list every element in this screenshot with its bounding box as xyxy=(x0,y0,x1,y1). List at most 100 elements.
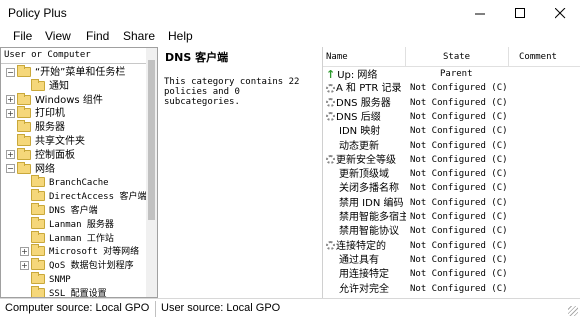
policy-state: Not Configured (C) xyxy=(410,126,508,137)
collapse-icon[interactable]: − xyxy=(6,67,15,77)
tree-item[interactable]: DNS 客户端 xyxy=(20,203,98,217)
tree-item[interactable]: + 控制面板 xyxy=(6,147,75,162)
folder-icon xyxy=(17,147,31,160)
column-divider[interactable] xyxy=(405,47,406,67)
computer-source-status: Computer source: Local GPO xyxy=(5,302,150,314)
expand-icon[interactable]: + xyxy=(6,150,15,160)
menu-view[interactable]: View xyxy=(45,29,71,43)
folder-icon xyxy=(17,65,31,77)
tree-item[interactable]: SNMP xyxy=(20,272,71,286)
policy-row[interactable]: DNS 服务器 Not Configured (C) xyxy=(323,97,580,110)
resize-grip[interactable] xyxy=(568,306,578,316)
maximize-button[interactable] xyxy=(500,0,540,27)
policy-row[interactable]: 禁用智能协议 Not Configured (C) xyxy=(323,225,580,238)
policy-name: DNS 服务器 xyxy=(336,97,391,109)
folder-icon xyxy=(17,120,31,133)
tree-item-label: SNMP xyxy=(49,275,71,285)
policy-row[interactable]: ↑ Up: 网络 Parent xyxy=(323,68,580,81)
policy-state: Not Configured (C) xyxy=(410,197,508,208)
tree-item-label: DNS 客户端 xyxy=(49,206,98,216)
menu-share[interactable]: Share xyxy=(123,29,155,43)
tree-item[interactable]: + Microsoft 对等网络 xyxy=(20,244,139,258)
policy-name: 关闭多播名称 xyxy=(339,183,399,195)
policy-state: Parent xyxy=(440,69,473,79)
list-header: Name State Comment xyxy=(323,47,580,67)
policy-row[interactable]: 禁用 IDN 编码 Not Configured (C) xyxy=(323,197,580,210)
tree-item-label: SSL 配置设置 xyxy=(49,288,107,298)
tree-item[interactable]: 共享文件夹 xyxy=(6,134,85,148)
policy-row[interactable]: 连接特定的 Not Configured (C) xyxy=(323,240,580,253)
policy-row[interactable]: 关闭多播名称 Not Configured (C) xyxy=(323,182,580,195)
policy-row[interactable]: A 和 PTR 记录 Not Configured (C) xyxy=(323,82,580,95)
up-arrow-icon: ↑ xyxy=(326,68,336,81)
tree-item[interactable]: Lanman 工作站 xyxy=(20,230,114,245)
tree-item[interactable]: BranchCache xyxy=(20,175,109,189)
tree-item[interactable]: Lanman 服务器 xyxy=(20,216,114,231)
policy-state: Not Configured (C) xyxy=(410,111,508,122)
policy-row[interactable]: 通过具有 Not Configured (C) xyxy=(323,254,580,267)
policy-name: 连接特定的 xyxy=(336,240,386,252)
tree-item[interactable]: + Windows 组件 xyxy=(6,92,103,107)
folder-icon xyxy=(31,272,45,284)
policy-state: Not Configured (C) xyxy=(410,83,508,94)
close-button[interactable] xyxy=(540,0,580,27)
policy-row[interactable]: 更新安全等级 Not Configured (C) xyxy=(323,154,580,167)
policy-row[interactable]: 更新顶级域 Not Configured (C) xyxy=(323,168,580,181)
tree-scrollbar-thumb[interactable] xyxy=(148,60,155,220)
policy-name-cell: 允许对完全 xyxy=(326,283,406,296)
policy-name: A 和 PTR 记录 xyxy=(336,83,402,95)
expand-icon[interactable]: + xyxy=(6,108,15,118)
menu-help[interactable]: Help xyxy=(168,29,193,43)
tree-item[interactable]: − “开始”菜单和任务栏 xyxy=(6,65,126,79)
category-tree: User or Computer − “开始”菜单和任务栏 通知 + Windows 组… xyxy=(0,47,158,298)
policy-row[interactable]: 允许对完全 Not Configured (C) xyxy=(323,283,580,296)
minimize-button[interactable] xyxy=(460,0,500,27)
policy-row[interactable]: IDN 映射 Not Configured (C) xyxy=(323,125,580,138)
policy-name: DNS 后缀 xyxy=(336,111,381,123)
policy-setting-icon xyxy=(326,98,335,108)
policy-row[interactable]: DNS 后缀 Not Configured (C) xyxy=(323,111,580,124)
tree-header[interactable]: User or Computer xyxy=(1,48,146,64)
collapse-icon[interactable]: − xyxy=(6,164,15,174)
tree-item[interactable]: + 打印机 xyxy=(6,106,65,120)
tree-item[interactable]: SSL 配置设置 xyxy=(20,285,107,298)
tree-item-label: 网络 xyxy=(35,163,55,175)
folder-icon xyxy=(31,244,45,257)
tree-item[interactable]: 服务器 xyxy=(6,120,65,134)
column-name[interactable]: Name xyxy=(326,52,348,62)
menu-find[interactable]: Find xyxy=(86,29,109,43)
tree-item-label: BranchCache xyxy=(49,178,109,189)
tree-item-label: “开始”菜单和任务栏 xyxy=(35,67,126,78)
policy-name-cell: IDN 映射 xyxy=(326,125,406,138)
expand-icon[interactable]: + xyxy=(6,95,15,105)
tree-item-label: 共享文件夹 xyxy=(35,136,85,147)
column-state[interactable]: State xyxy=(443,52,470,62)
policy-state: Not Configured (C) xyxy=(410,97,508,108)
policy-row[interactable]: 禁用智能多宿主 Not Configured (C) xyxy=(323,211,580,224)
tree-item-label: 服务器 xyxy=(35,122,65,134)
policy-name-cell: 禁用智能协议 xyxy=(326,225,406,238)
policy-row[interactable]: 动态更新 Not Configured (C) xyxy=(323,140,580,153)
policy-name-cell: 关闭多播名称 xyxy=(326,182,406,195)
policy-state: Not Configured (C) xyxy=(410,140,508,151)
user-source-status: User source: Local GPO xyxy=(161,302,281,314)
menu-file[interactable]: File xyxy=(13,29,32,43)
policy-name: Up: 网络 xyxy=(337,70,378,81)
tree-item[interactable]: + QoS 数据包计划程序 xyxy=(20,258,134,272)
folder-icon xyxy=(31,230,45,243)
tree-scrollbar[interactable] xyxy=(146,48,157,297)
tree-item-label: 打印机 xyxy=(35,108,65,120)
title-bar: Policy Plus xyxy=(0,0,580,27)
policy-name-cell: DNS 服务器 xyxy=(326,97,406,110)
folder-icon xyxy=(17,161,31,174)
column-comment[interactable]: Comment xyxy=(519,52,557,62)
expand-icon[interactable]: + xyxy=(20,260,29,270)
policy-row[interactable]: 用连接特定 Not Configured (C) xyxy=(323,268,580,281)
maximize-icon xyxy=(515,8,525,18)
tree-item[interactable]: − 网络 xyxy=(6,161,55,176)
policy-name-cell: 动态更新 xyxy=(326,140,406,153)
tree-item[interactable]: 通知 xyxy=(20,78,69,93)
expand-icon[interactable]: + xyxy=(20,246,29,256)
column-divider[interactable] xyxy=(508,47,509,67)
tree-item[interactable]: DirectAccess 客户端 xyxy=(20,189,146,203)
